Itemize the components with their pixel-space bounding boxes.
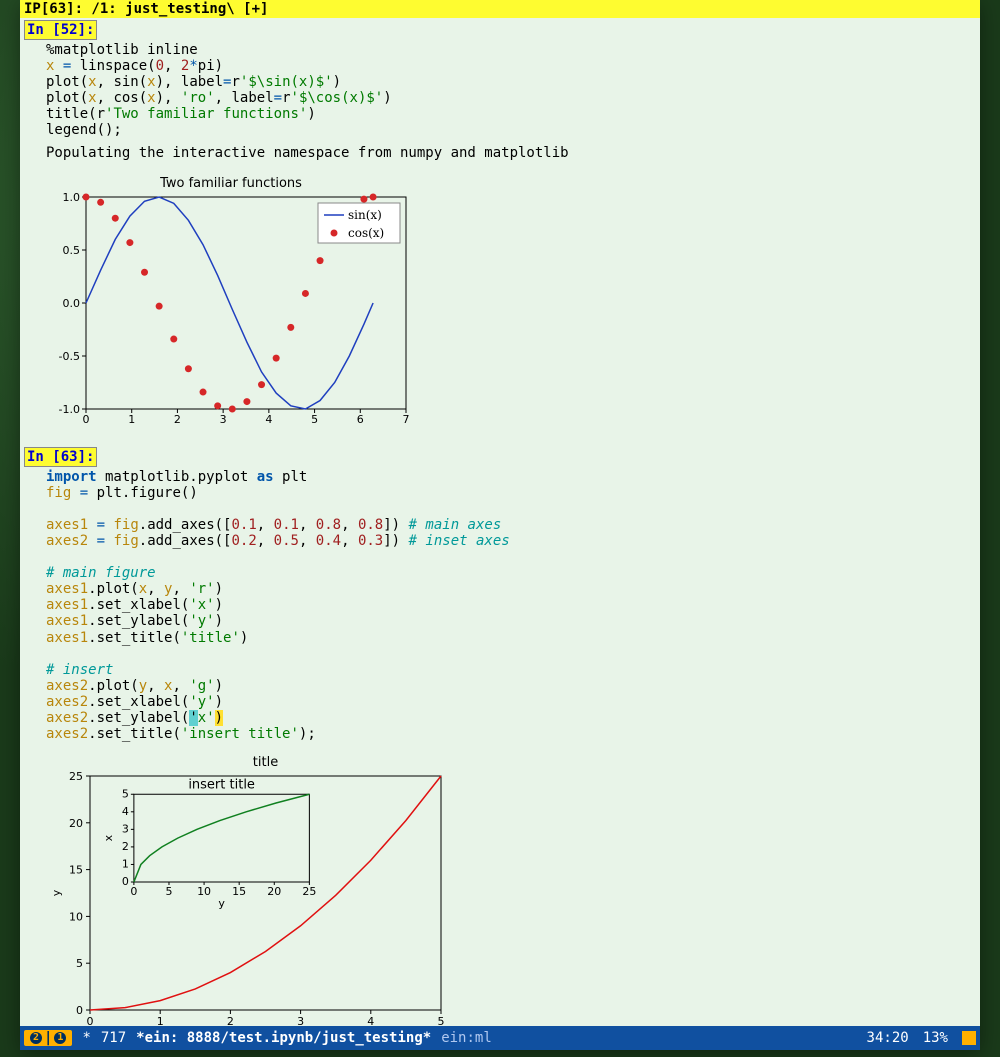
chart-title-with-inset: title012345x0510152025yinsert title05101… (46, 754, 451, 1026)
svg-text:1: 1 (157, 1015, 164, 1026)
svg-text:x: x (102, 835, 115, 842)
tab-label[interactable]: IP[63]: /1: just_testing\ [+] (24, 1, 268, 17)
svg-text:2: 2 (227, 1015, 234, 1026)
cell-output-text: Populating the interactive namespace fro… (20, 145, 980, 167)
svg-text:4: 4 (265, 413, 272, 426)
svg-text:3: 3 (122, 823, 129, 836)
status-indicator: 2|1 (24, 1030, 72, 1046)
svg-text:10: 10 (197, 885, 211, 898)
svg-text:20: 20 (69, 817, 83, 830)
svg-text:1: 1 (122, 858, 129, 871)
status-mode: ein:ml (441, 1030, 492, 1046)
cell-prompt: In [63]: (24, 447, 97, 467)
svg-text:25: 25 (302, 885, 316, 898)
status-position: 34:20 (867, 1030, 909, 1046)
svg-text:0: 0 (87, 1015, 94, 1026)
svg-text:y: y (218, 897, 225, 910)
status-buffer-name: *ein: 8888/test.ipynb/just_testing* (136, 1030, 431, 1046)
chart-two-familiar-functions: Two familiar functions 0 1 2 3 4 5 6 7 -1.0 -0.5 0.… (46, 173, 416, 433)
svg-text:0: 0 (130, 885, 137, 898)
svg-text:5: 5 (438, 1015, 445, 1026)
svg-text:4: 4 (367, 1015, 374, 1026)
svg-text:-1.0: -1.0 (59, 403, 80, 416)
svg-text:1: 1 (128, 413, 135, 426)
svg-text:sin(x): sin(x) (348, 208, 382, 222)
svg-text:2: 2 (174, 413, 181, 426)
svg-text:1.0: 1.0 (63, 191, 81, 204)
svg-text:5: 5 (165, 885, 172, 898)
svg-text:0.5: 0.5 (63, 244, 81, 257)
svg-text:0: 0 (122, 875, 129, 888)
status-star: * (82, 1030, 90, 1046)
cell-code[interactable]: %matplotlib inline x = linspace(0, 2*pi)… (20, 40, 980, 145)
status-bar: 2|1 * 717 *ein: 8888/test.ipynb/just_tes… (20, 1026, 980, 1050)
svg-text:insert title: insert title (188, 777, 255, 792)
svg-text:15: 15 (232, 885, 246, 898)
svg-text:2: 2 (122, 840, 129, 853)
svg-text:10: 10 (69, 911, 83, 924)
svg-text:y: y (50, 889, 63, 896)
svg-text:6: 6 (357, 413, 364, 426)
svg-text:7: 7 (403, 413, 410, 426)
svg-text:0: 0 (76, 1004, 83, 1017)
editor-window: IP[63]: /1: just_testing\ [+] In [52]: %… (20, 0, 980, 1050)
svg-text:25: 25 (69, 770, 83, 783)
status-percent: 13% (923, 1030, 948, 1046)
status-circle-icon: 2 (30, 1032, 42, 1044)
status-block-icon (962, 1031, 976, 1045)
cell-52[interactable]: In [52]: %matplotlib inline x = linspace… (20, 18, 980, 433)
svg-text:5: 5 (122, 787, 129, 800)
svg-text:15: 15 (69, 864, 83, 877)
svg-text:title: title (253, 755, 278, 770)
tab-bar[interactable]: IP[63]: /1: just_testing\ [+] (20, 0, 980, 18)
svg-text:Two familiar functions: Two familiar functions (159, 176, 302, 191)
svg-text:3: 3 (220, 413, 227, 426)
status-linecount: 717 (101, 1030, 126, 1046)
svg-text:4: 4 (122, 805, 129, 818)
svg-text:5: 5 (76, 957, 83, 970)
cell-63[interactable]: In [63]: import matplotlib.pyplot as plt… (20, 445, 980, 1026)
status-circle-icon: 1 (54, 1032, 66, 1044)
cell-code[interactable]: import matplotlib.pyplot as plt fig = pl… (20, 467, 980, 749)
svg-text:3: 3 (297, 1015, 304, 1026)
svg-text:cos(x): cos(x) (348, 226, 384, 240)
svg-text:20: 20 (267, 885, 281, 898)
svg-text:0: 0 (83, 413, 90, 426)
svg-text:5: 5 (311, 413, 318, 426)
svg-text:0.0: 0.0 (63, 297, 81, 310)
svg-text:-0.5: -0.5 (59, 350, 80, 363)
notebook-content[interactable]: In [52]: %matplotlib inline x = linspace… (20, 18, 980, 1026)
cell-prompt: In [52]: (24, 20, 97, 40)
